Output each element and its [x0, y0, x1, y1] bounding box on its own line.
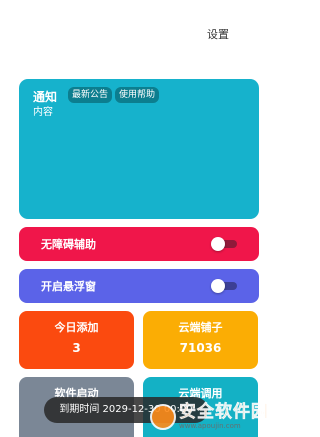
site-watermark: 安全软件园 www.apoujin.com: [150, 403, 269, 431]
today-added-card[interactable]: 今日添加 3: [19, 311, 134, 369]
accessibility-switch[interactable]: [211, 237, 237, 251]
switch-knob: [211, 279, 225, 293]
app-screen: 设置 通知 内容 最新公告 使用帮助 无障碍辅助 开启悬浮窗 今日添加 3 云端…: [0, 0, 275, 437]
cloud-shop-card[interactable]: 云端铺子 71036: [143, 311, 258, 369]
today-added-value: 3: [72, 341, 81, 355]
today-added-title: 今日添加: [54, 321, 99, 334]
cloud-shop-value: 71036: [179, 341, 222, 355]
watermark-url: www.apoujin.com: [179, 422, 241, 430]
notice-content: 内容: [33, 107, 53, 118]
usage-help-button[interactable]: 使用帮助: [115, 87, 160, 103]
watermark-main-text: 安全软件园: [179, 402, 269, 422]
floating-window-label: 开启悬浮窗: [41, 280, 96, 293]
accessibility-label: 无障碍辅助: [41, 238, 96, 251]
floating-window-toggle-card[interactable]: 开启悬浮窗: [19, 269, 259, 303]
accessibility-toggle-card[interactable]: 无障碍辅助: [19, 227, 259, 261]
floating-window-switch[interactable]: [211, 279, 237, 293]
settings-button[interactable]: 设置: [207, 26, 229, 42]
cloud-shop-title: 云端铺子: [178, 321, 223, 334]
switch-knob: [211, 237, 225, 251]
watermark-logo-icon: [150, 404, 176, 430]
latest-announcement-button[interactable]: 最新公告: [68, 87, 113, 103]
notice-card: 通知 内容 最新公告 使用帮助: [19, 79, 259, 219]
watermark-text: 安全软件园 www.apoujin.com: [179, 402, 269, 430]
